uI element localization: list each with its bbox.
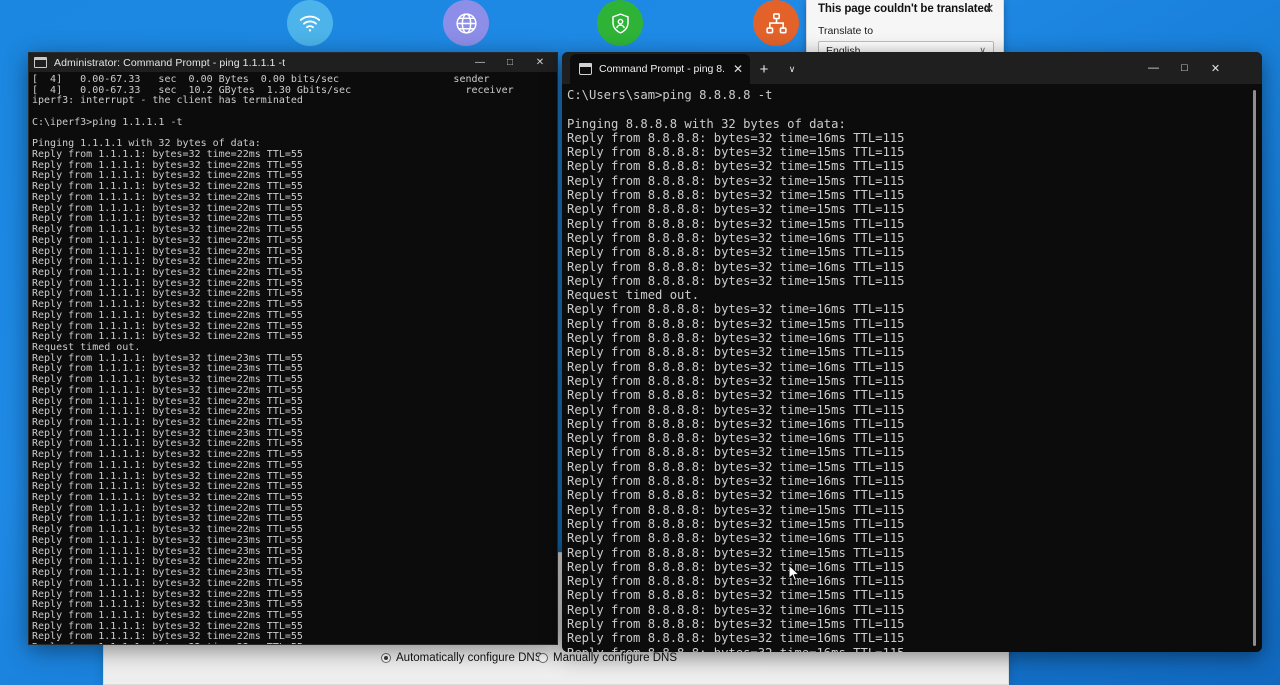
radio-auto-label: Automatically configure DNS [396,652,543,664]
left-window-title: Administrator: Command Prompt - ping 1.1… [54,56,286,69]
radio-manual-label: Manually configure DNS [553,652,678,664]
left-console-output: [ 4] 0.00-67.33 sec 0.00 Bytes 0.00 bits… [32,74,514,644]
right-window-titlebar[interactable]: Command Prompt - ping 8.8. ✕ + ∨ — □ ✕ [562,52,1262,84]
chevron-down-icon[interactable]: ∨ [778,54,806,84]
new-tab-button[interactable]: + [750,54,778,84]
right-console-scrollbar[interactable] [1253,90,1256,646]
desktop: This page couldn't be translated ✕ Trans… [0,0,1280,685]
globe-icon[interactable] [443,0,489,46]
translate-popup-title: This page couldn't be translated [818,3,991,15]
minimize-button[interactable]: — [465,53,495,72]
shield-user-icon[interactable] [597,0,643,46]
close-button[interactable]: ✕ [1200,52,1231,84]
right-console-body[interactable]: C:\Users\sam>ping 8.8.8.8 -t Pinging 8.8… [562,84,1262,652]
wifi-icon[interactable] [287,0,333,46]
icon-strip [0,0,1280,47]
radio-automatically-configure-dns[interactable]: Automatically configure DNS [381,652,542,664]
tab-label: Command Prompt - ping 8.8. [599,63,724,75]
close-button[interactable]: ✕ [525,53,555,72]
console-app-icon [34,57,47,68]
window-windows-terminal[interactable]: Command Prompt - ping 8.8. ✕ + ∨ — □ ✕ C… [562,52,1262,652]
radio-manually-configure-dns[interactable]: Manually configure DNS [538,652,677,664]
tab-command-prompt[interactable]: Command Prompt - ping 8.8. ✕ [570,54,750,84]
left-console-body[interactable]: [ 4] 0.00-67.33 sec 0.00 Bytes 0.00 bits… [29,72,557,644]
translate-to-label: Translate to [818,25,874,37]
maximize-button[interactable]: □ [1169,52,1200,84]
tab-close-icon[interactable]: ✕ [733,63,743,75]
right-console-output: C:\Users\sam>ping 8.8.8.8 -t Pinging 8.8… [567,88,905,652]
close-icon[interactable]: ✕ [981,1,997,17]
radio-mark-auto [381,653,391,663]
terminal-icon [578,63,592,75]
minimize-button[interactable]: — [1138,52,1169,84]
radio-mark-manual [538,653,548,663]
maximize-button[interactable]: □ [495,53,525,72]
left-window-titlebar[interactable]: Administrator: Command Prompt - ping 1.1… [29,53,557,72]
network-topology-icon[interactable] [753,0,799,46]
window-admin-command-prompt[interactable]: Administrator: Command Prompt - ping 1.1… [28,52,558,645]
mouse-cursor [788,563,801,583]
left-console-scrollbar[interactable] [29,72,31,644]
